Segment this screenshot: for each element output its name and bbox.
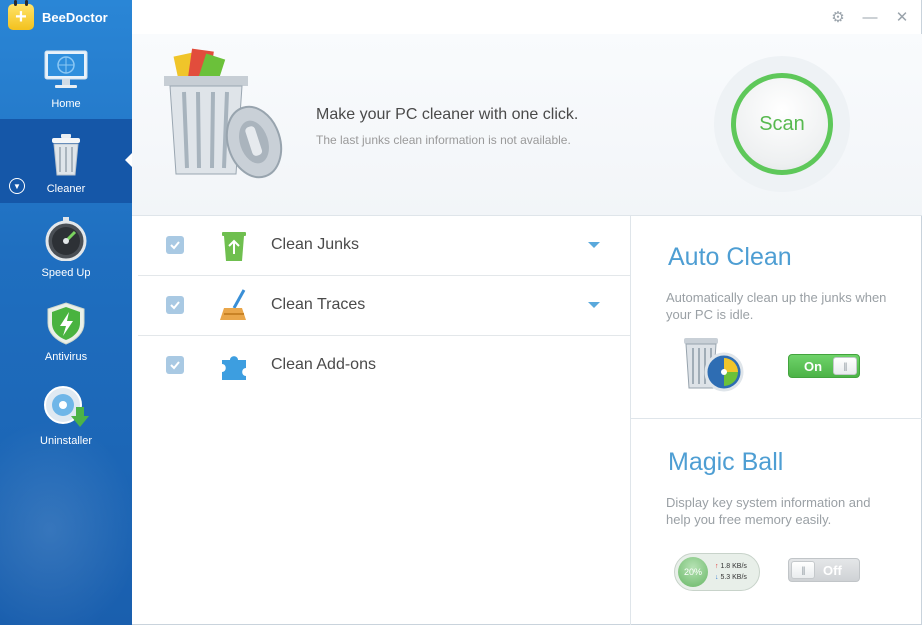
magic-ball-toggle-label: Off bbox=[823, 562, 842, 578]
scan-button-halo: Scan bbox=[714, 56, 850, 192]
download-arrow-icon: ↓ bbox=[715, 574, 719, 581]
trash-icon bbox=[52, 134, 80, 176]
clean-addons-label: Clean Add-ons bbox=[271, 356, 376, 373]
clean-junks-label: Clean Junks bbox=[271, 236, 360, 253]
auto-clean-toggle-label: On bbox=[804, 358, 823, 374]
toggle-knob-icon: || bbox=[791, 561, 815, 579]
vertical-divider bbox=[630, 216, 631, 625]
shield-bolt-icon bbox=[47, 302, 85, 345]
scan-button[interactable]: Scan bbox=[731, 73, 833, 175]
sidebar-item-label: Home bbox=[51, 98, 81, 110]
clean-junks-checkbox[interactable] bbox=[166, 236, 184, 254]
auto-clean-title: Auto Clean bbox=[668, 243, 792, 271]
brand: + BeeDoctor bbox=[0, 0, 132, 34]
minimize-icon[interactable]: — bbox=[861, 8, 879, 26]
clean-options-list: Clean Junks Clean Traces Clean Add-ons bbox=[138, 216, 630, 396]
download-speed: 5.3 KB/s bbox=[720, 574, 747, 581]
magic-ball-toggle[interactable]: || Off bbox=[788, 558, 860, 582]
app-name: BeeDoctor bbox=[42, 9, 108, 25]
sidebar-item-label: Uninstaller bbox=[40, 435, 92, 447]
dropdown-arrow-icon[interactable] bbox=[588, 302, 600, 308]
trash-can-illustration-icon bbox=[164, 48, 283, 179]
hero-title: Make your PC cleaner with one click. bbox=[316, 106, 579, 123]
sidebar-item-label: Speed Up bbox=[41, 267, 91, 279]
recycle-bin-icon bbox=[222, 232, 246, 261]
clean-traces-label: Clean Traces bbox=[271, 296, 366, 313]
checkmark-icon bbox=[170, 301, 180, 310]
magic-ball-description: Display key system information and help … bbox=[666, 495, 871, 527]
upload-arrow-icon: ↑ bbox=[715, 563, 719, 570]
magic-ball-preview: 20% ↑ 1.8 KB/s ↓ 5.3 KB/s bbox=[674, 553, 760, 591]
sidebar-item-uninstaller[interactable]: Uninstaller bbox=[0, 371, 132, 455]
sidebar-item-label: Cleaner bbox=[46, 183, 86, 195]
list-item: Clean Traces bbox=[138, 276, 630, 336]
close-icon[interactable]: ✕ bbox=[893, 8, 911, 26]
clean-traces-checkbox[interactable] bbox=[166, 296, 184, 314]
disc-download-icon bbox=[44, 386, 89, 427]
horizontal-divider bbox=[631, 418, 922, 419]
sidebar-item-antivirus[interactable]: Antivirus bbox=[0, 287, 132, 371]
checkmark-icon bbox=[170, 241, 180, 250]
dropdown-arrow-icon[interactable] bbox=[588, 242, 600, 248]
checkmark-icon bbox=[170, 361, 180, 370]
monitor-icon bbox=[44, 50, 88, 88]
window-controls: ⚙ — ✕ bbox=[829, 0, 921, 34]
main-panel: ⚙ — ✕ Make your PC cleaner with one clic… bbox=[132, 0, 922, 625]
network-speeds: ↑ 1.8 KB/s ↓ 5.3 KB/s bbox=[715, 561, 747, 583]
sidebar-item-label: Antivirus bbox=[44, 351, 88, 363]
beedoctor-logo-icon: + bbox=[8, 0, 34, 30]
upload-speed: 1.8 KB/s bbox=[720, 563, 747, 570]
settings-gear-icon[interactable]: ⚙ bbox=[829, 8, 847, 26]
auto-clean-toggle[interactable]: On || bbox=[788, 354, 860, 378]
clean-addons-checkbox[interactable] bbox=[166, 356, 184, 374]
auto-clean-trash-timer-icon bbox=[684, 338, 744, 392]
hero-subtitle: The last junks clean information is not … bbox=[316, 133, 571, 147]
memory-ball: 20% bbox=[678, 557, 708, 587]
sidebar: + BeeDoctor Home Cleaner ▼ Speed Up Anti… bbox=[0, 0, 132, 625]
stopwatch-icon bbox=[45, 217, 87, 261]
auto-clean-description: Automatically clean up the junks when yo… bbox=[666, 290, 887, 322]
list-item: Clean Add-ons bbox=[138, 336, 630, 396]
sidebar-item-home[interactable]: Home bbox=[0, 34, 132, 118]
list-item: Clean Junks bbox=[138, 216, 630, 276]
sidebar-item-speed-up[interactable]: Speed Up bbox=[0, 203, 132, 287]
broom-icon bbox=[220, 289, 246, 320]
expand-chevron-icon[interactable]: ▼ bbox=[9, 178, 25, 194]
puzzle-icon bbox=[222, 356, 246, 380]
magic-ball-title: Magic Ball bbox=[668, 448, 784, 476]
toggle-knob-icon: || bbox=[833, 357, 857, 375]
hero-banner: Make your PC cleaner with one click. The… bbox=[132, 34, 922, 216]
